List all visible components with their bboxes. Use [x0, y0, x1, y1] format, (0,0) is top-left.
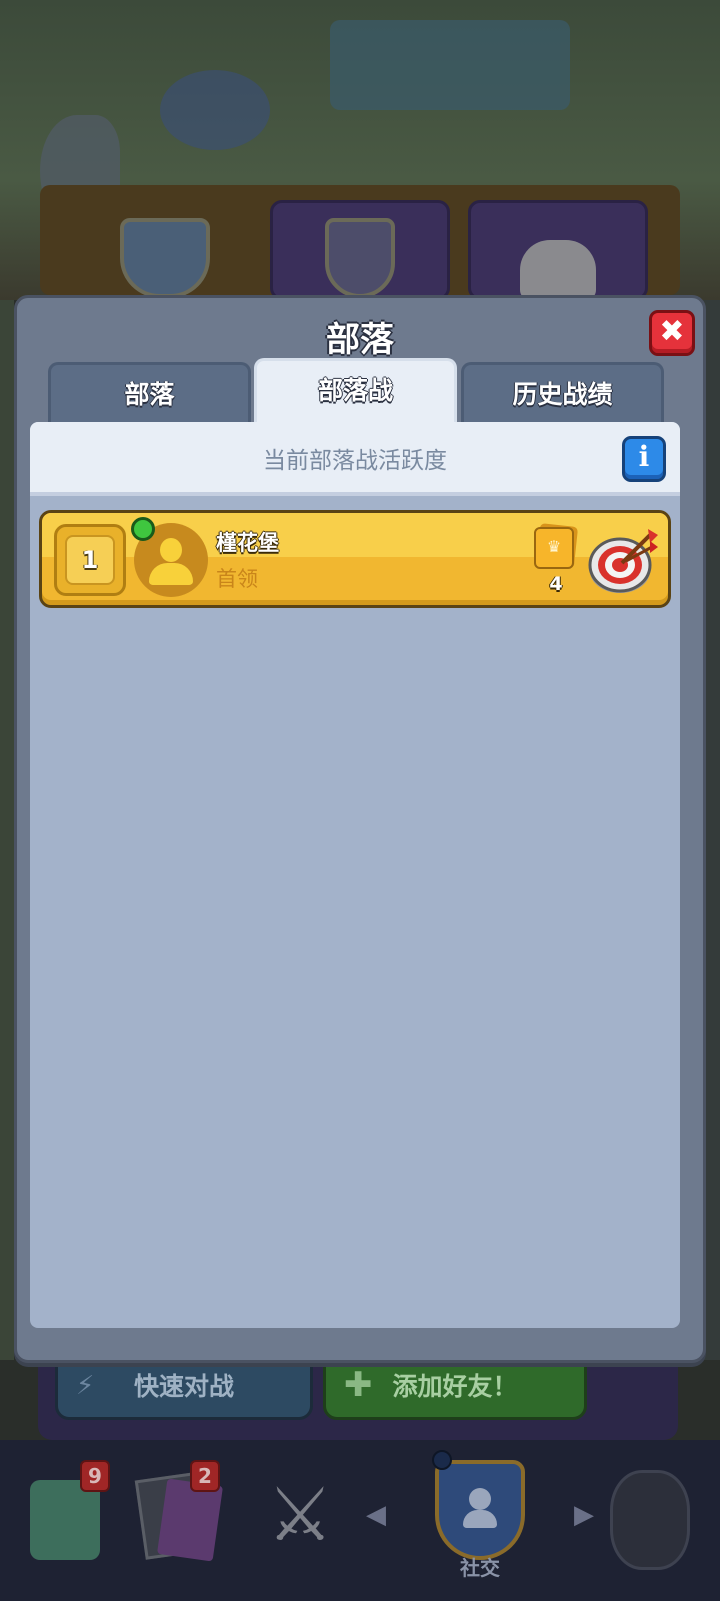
- events-emblem-icon: [610, 1470, 690, 1570]
- info-icon: i: [638, 440, 650, 473]
- member-row[interactable]: 1 槿花堡 首领 ♛ 4: [39, 510, 671, 608]
- background-edge: [0, 300, 14, 1360]
- bottom-nav: 9 2 ⚔ ◀ 社交 ▶: [0, 1440, 720, 1601]
- nav-cards[interactable]: 2: [130, 1460, 230, 1580]
- add-friend-label: 添加好友！: [392, 1372, 518, 1401]
- chevron-right-icon[interactable]: ▶: [574, 1500, 594, 1530]
- nav-battle[interactable]: ⚔: [250, 1460, 350, 1580]
- background-decoration: [160, 70, 270, 150]
- nav-shop[interactable]: 9: [20, 1460, 120, 1580]
- background-emote-icon: [520, 240, 596, 300]
- crossed-swords-icon: ⚔: [266, 1472, 334, 1558]
- close-button[interactable]: ✖: [649, 310, 695, 356]
- avatar-head: [160, 538, 182, 562]
- clan-modal: 部落 ✖ 部落 部落战 历史战绩 当前部落战活跃度 i 1 槿花堡 首领 ♛ 4: [14, 295, 706, 1363]
- activity-header: 当前部落战活跃度 i: [30, 422, 680, 496]
- close-icon: ✖: [659, 314, 685, 349]
- background-clan-badge-icon: [120, 218, 210, 298]
- people-icon: [453, 1488, 507, 1528]
- social-label: 社交: [460, 1556, 500, 1580]
- tab-clan[interactable]: 部落: [48, 362, 251, 424]
- crown-count: 4: [549, 573, 563, 595]
- rank-badge: 1: [54, 524, 126, 596]
- notification-dot: [432, 1450, 452, 1470]
- info-button[interactable]: i: [622, 436, 666, 482]
- online-status-icon: [131, 517, 155, 541]
- nav-social[interactable]: 社交: [420, 1450, 540, 1580]
- crown-card-icon: ♛: [532, 523, 580, 571]
- modal-title: 部落: [326, 320, 394, 360]
- tab-clan-war[interactable]: 部落战: [254, 358, 457, 428]
- lightning-icon: ⚡: [76, 1371, 95, 1401]
- member-name: 槿花堡: [216, 531, 279, 555]
- shop-icon: [30, 1480, 100, 1560]
- quick-battle-label: 快速对战: [133, 1372, 234, 1401]
- avatar-body: [149, 563, 193, 585]
- member-role: 首领: [216, 567, 258, 591]
- chevron-left-icon[interactable]: ◀: [366, 1500, 386, 1530]
- activity-header-label: 当前部落战活跃度: [263, 448, 447, 474]
- nav-events[interactable]: [600, 1460, 700, 1580]
- shop-badge: 9: [80, 1460, 110, 1492]
- clan-war-content: 当前部落战活跃度 i 1 槿花堡 首领 ♛ 4: [30, 422, 680, 1328]
- background-decoration: [330, 20, 570, 110]
- plus-icon: ✚: [344, 1365, 373, 1405]
- cards-badge: 2: [190, 1460, 220, 1492]
- target-icon[interactable]: [588, 521, 660, 597]
- background-war-badge-icon: [325, 218, 395, 298]
- rank-number: 1: [65, 535, 115, 585]
- tab-war-history[interactable]: 历史战绩: [461, 362, 664, 424]
